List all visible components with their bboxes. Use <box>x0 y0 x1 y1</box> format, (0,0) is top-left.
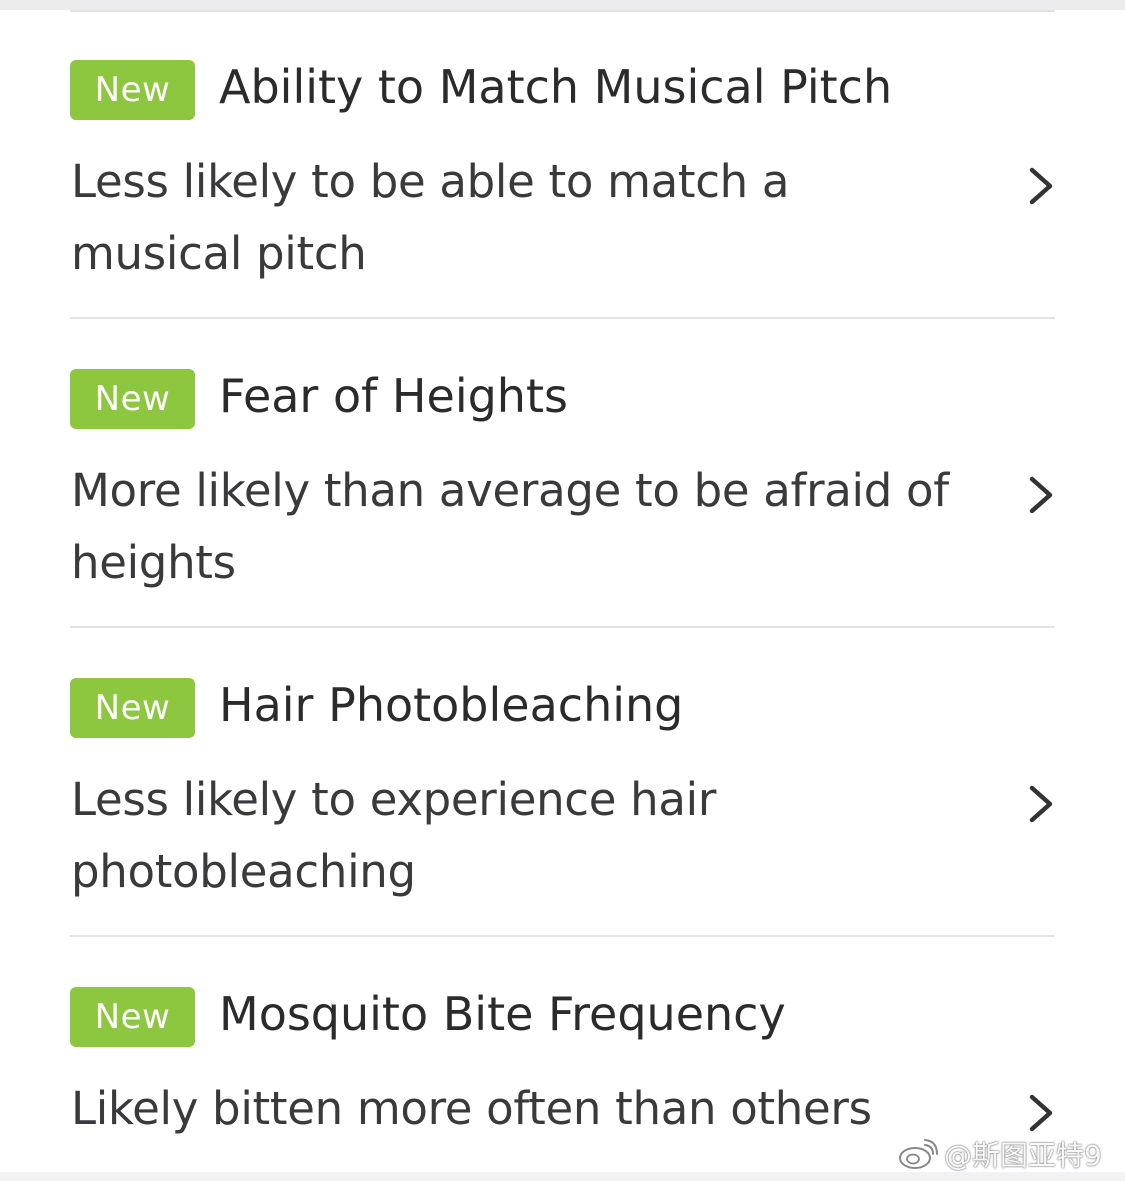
new-badge: New <box>70 987 195 1047</box>
new-badge: New <box>70 60 195 120</box>
chevron-right-icon[interactable] <box>1024 473 1060 517</box>
weibo-icon <box>899 1139 938 1169</box>
list-item-fear-of-heights[interactable]: New Fear of Heights More likely than ave… <box>0 319 1125 628</box>
chevron-right-icon[interactable] <box>1024 1091 1060 1135</box>
trait-description: Less likely to be able to match a musica… <box>71 155 790 280</box>
previous-section-edge <box>0 0 1125 10</box>
trait-description: Likely bitten more often than others <box>71 1082 872 1135</box>
chevron-right-icon[interactable] <box>1024 164 1060 208</box>
trait-description: Less likely to experience hair photoblea… <box>71 773 717 898</box>
trait-title: Mosquito Bite Frequency <box>219 987 786 1041</box>
trait-description: More likely than average to be afraid of… <box>71 464 949 589</box>
trait-title: Hair Photobleaching <box>219 678 684 732</box>
chevron-right-icon[interactable] <box>1024 782 1060 826</box>
list-item-musical-pitch[interactable]: New Ability to Match Musical Pitch Less … <box>0 10 1125 319</box>
new-badge: New <box>70 678 195 738</box>
watermark-text: @斯图亚特9 <box>944 1139 1102 1172</box>
new-badge: New <box>70 369 195 429</box>
traits-list-card: New Ability to Match Musical Pitch Less … <box>0 10 1125 1172</box>
trait-title: Fear of Heights <box>219 369 568 423</box>
list-item-hair-photobleaching[interactable]: New Hair Photobleaching Less likely to e… <box>0 628 1125 937</box>
weibo-watermark: @斯图亚特9 <box>898 1134 1102 1174</box>
trait-title: Ability to Match Musical Pitch <box>219 60 893 114</box>
traits-list: New Ability to Match Musical Pitch Less … <box>0 10 1125 1173</box>
